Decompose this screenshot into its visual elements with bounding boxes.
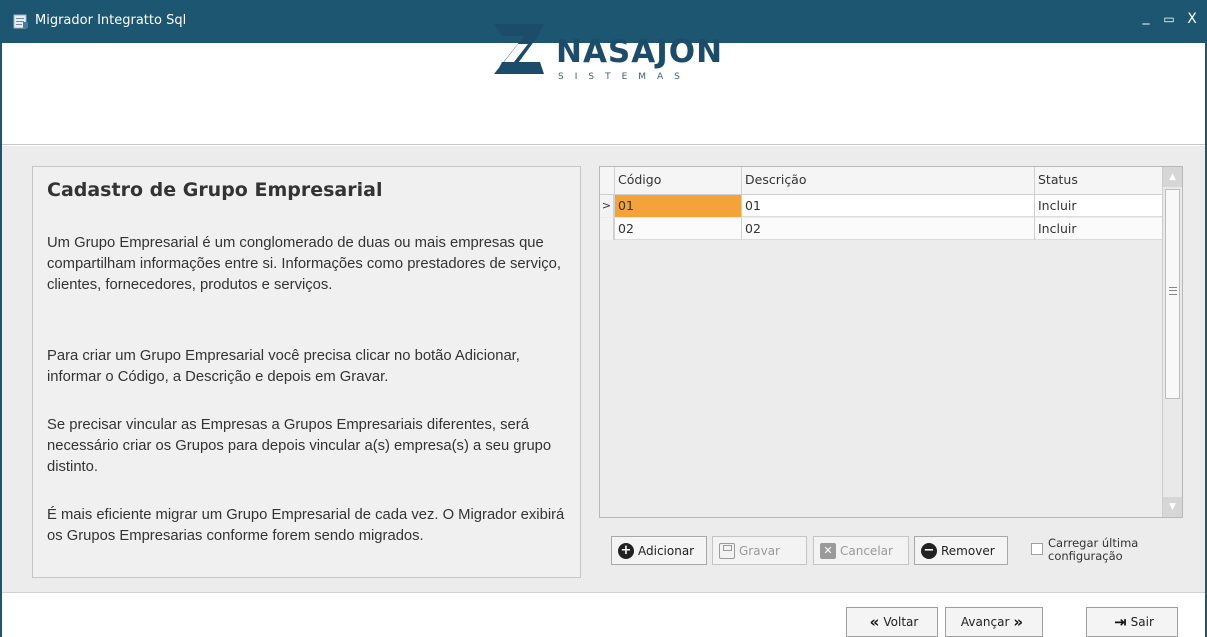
cell-descricao[interactable]: 01 <box>741 195 1034 217</box>
row-indicator <box>600 218 614 240</box>
column-divider <box>741 167 742 240</box>
save-button-label: Gravar <box>739 543 780 558</box>
grid-header: Código Descrição Status <box>600 167 1163 195</box>
close-button[interactable]: X <box>1183 10 1201 28</box>
scroll-down-icon[interactable]: ▼ <box>1163 497 1182 517</box>
cell-status[interactable]: Incluir <box>1034 195 1163 217</box>
column-divider <box>614 167 615 240</box>
cell-codigo[interactable]: 01 <box>614 195 741 217</box>
cell-codigo[interactable]: 02 <box>614 218 741 240</box>
scroll-up-icon[interactable]: ▲ <box>1163 167 1182 187</box>
page-title: Cadastro de Grupo Empresarial <box>47 179 383 201</box>
info-paragraph-2: Para criar um Grupo Empresarial você pre… <box>47 348 520 385</box>
exit-arrow-icon: ⇥ <box>1114 613 1127 631</box>
floppy-disk-icon <box>719 542 735 559</box>
load-last-config-checkbox[interactable] <box>1031 543 1043 555</box>
column-header-descricao[interactable]: Descrição <box>741 172 807 187</box>
next-button[interactable]: Avançar » <box>945 607 1043 637</box>
info-panel: Cadastro de Grupo Empresarial Um Grupo E… <box>32 166 581 578</box>
plus-circle-icon: + <box>618 542 634 559</box>
remove-button-label: Remover <box>941 543 995 558</box>
grupos-grid[interactable]: Código Descrição Status > 01 01 Incluir … <box>599 166 1183 518</box>
exit-button-label: Sair <box>1130 615 1154 629</box>
double-chevron-left-icon: « <box>869 613 880 631</box>
grid-scrollbar[interactable]: ▲ ▼ <box>1162 167 1182 517</box>
x-square-icon: ✕ <box>820 542 836 559</box>
logo-mark-icon <box>494 24 544 74</box>
back-button[interactable]: « Voltar <box>846 607 938 637</box>
load-last-config-line1: Carregar última <box>1048 536 1139 550</box>
save-button[interactable]: Gravar <box>712 536 807 565</box>
current-row-indicator: > <box>600 195 614 217</box>
column-header-codigo[interactable]: Código <box>614 172 661 187</box>
load-last-config-line2: configuração <box>1048 549 1123 563</box>
logo-brand: NASAJON <box>556 34 724 70</box>
double-chevron-right-icon: » <box>1013 613 1024 631</box>
scroll-thumb[interactable] <box>1165 189 1180 399</box>
cell-descricao[interactable]: 02 <box>741 218 1034 240</box>
app-icon <box>13 14 28 29</box>
nasajon-logo: NASAJON SISTEMAS <box>488 22 748 82</box>
load-last-config-label[interactable]: Carregar última configuração <box>1048 537 1138 563</box>
info-paragraph-4: É mais eficiente migrar um Grupo Empresa… <box>47 507 565 544</box>
minimize-button[interactable]: _ <box>1137 8 1155 26</box>
next-button-label: Avançar <box>960 615 1010 629</box>
cell-status[interactable]: Incluir <box>1034 218 1163 240</box>
table-row[interactable]: > 01 01 Incluir <box>600 195 1163 217</box>
logo-subtitle: SISTEMAS <box>558 72 691 82</box>
column-header-status[interactable]: Status <box>1034 172 1078 187</box>
grip-icon <box>1169 287 1177 295</box>
info-paragraph-3: Se precisar vincular as Empresas a Grupo… <box>47 417 552 475</box>
add-button-label: Adicionar <box>638 543 695 558</box>
exit-button[interactable]: ⇥ Sair <box>1086 607 1178 637</box>
remove-button[interactable]: − Remover <box>914 536 1008 565</box>
column-divider <box>1034 167 1035 240</box>
table-row[interactable]: 02 02 Incluir <box>600 218 1163 240</box>
add-button[interactable]: + Adicionar <box>611 536 707 565</box>
maximize-button[interactable]: ▭ <box>1160 10 1178 28</box>
info-paragraph-1: Um Grupo Empresarial é um conglomerado d… <box>47 235 561 293</box>
cancel-button-label: Cancelar <box>840 543 893 558</box>
back-button-label: Voltar <box>883 615 919 629</box>
minus-circle-icon: − <box>921 542 937 559</box>
window-title: Migrador Integratto Sql <box>35 13 187 28</box>
cancel-button[interactable]: ✕ Cancelar <box>813 536 909 565</box>
